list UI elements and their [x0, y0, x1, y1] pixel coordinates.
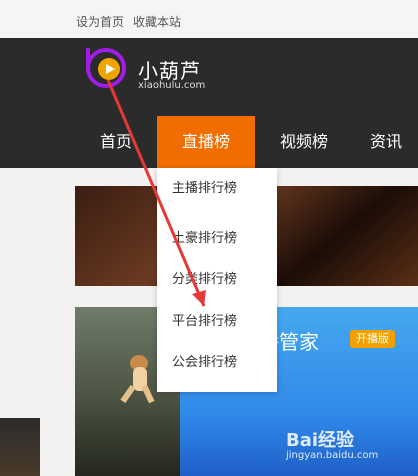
- baidu-watermark: Bai经验: [286, 430, 355, 451]
- baidu-watermark-url: jingyan.baidu.com: [286, 450, 379, 461]
- arrow-line: [106, 79, 206, 307]
- annotation-arrow: [106, 79, 206, 307]
- arrow-head-icon: [192, 290, 206, 306]
